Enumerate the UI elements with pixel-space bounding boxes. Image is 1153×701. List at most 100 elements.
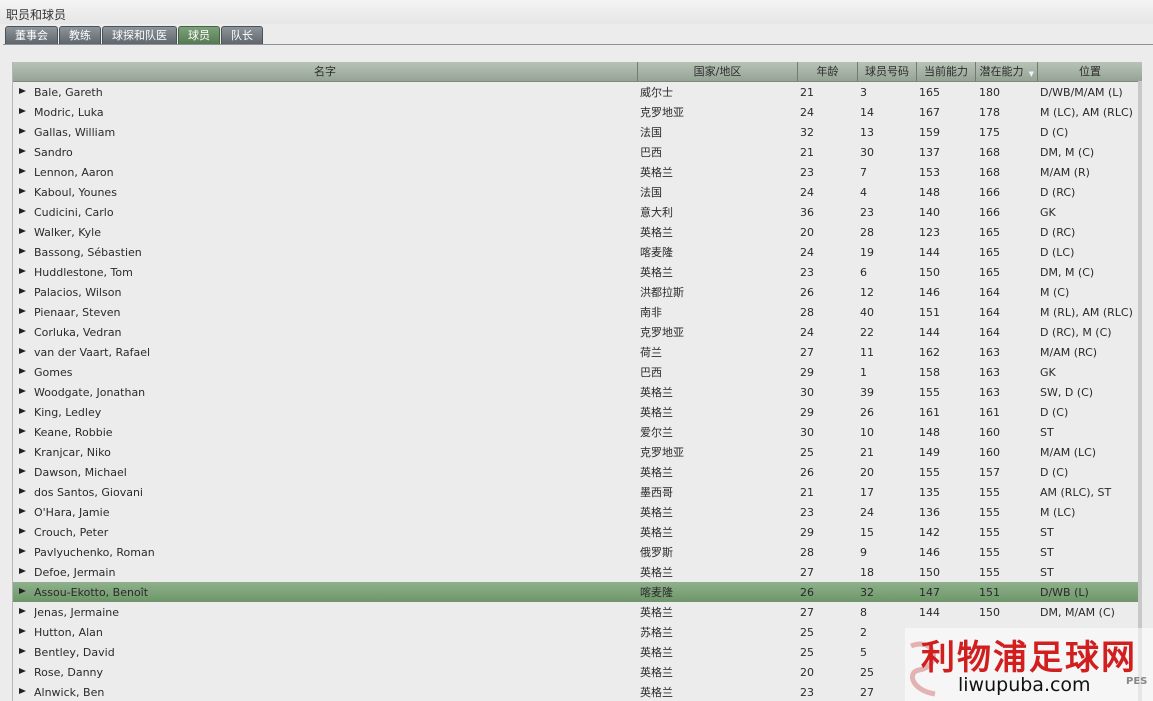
- table-row[interactable]: Kaboul, Younes 法国 24 4 148 166 D (RC): [13, 182, 1138, 202]
- column-header-nation[interactable]: 国家/地区: [638, 62, 798, 81]
- table-row[interactable]: Pavlyuchenko, Roman 俄罗斯 28 9 146 155 ST: [13, 542, 1138, 562]
- row-pointer-icon: [19, 628, 26, 634]
- player-age: 23: [800, 166, 814, 179]
- player-nation: 喀麦隆: [640, 246, 673, 259]
- table-row[interactable]: Modric, Luka 克罗地亚 24 14 167 178 M (LC), AM (RL…: [13, 102, 1138, 122]
- player-potential-ability: 168: [979, 166, 1000, 179]
- player-number: 17: [860, 486, 874, 499]
- table-row[interactable]: O'Hara, Jamie 英格兰 23 24 136 155 M (LC): [13, 502, 1138, 522]
- player-potential-ability: 155: [979, 506, 1000, 519]
- row-pointer-icon: [19, 608, 26, 614]
- table-row[interactable]: Jenas, Jermaine 英格兰 27 8 144 150 DM, M/AM (C): [13, 602, 1138, 622]
- tab-scouts-physios[interactable]: 球探和队医: [102, 26, 177, 44]
- table-row[interactable]: Kranjcar, Niko 克罗地亚 25 21 149 160 M/AM (LC): [13, 442, 1138, 462]
- player-number: 24: [860, 506, 874, 519]
- table-row[interactable]: Walker, Kyle 英格兰 20 28 123 165 D (RC): [13, 222, 1138, 242]
- player-age: 21: [800, 86, 814, 99]
- player-nation: 克罗地亚: [640, 446, 684, 459]
- player-current-ability: 159: [919, 126, 940, 139]
- row-pointer-icon: [19, 108, 26, 114]
- player-age: 28: [800, 306, 814, 319]
- table-header: 名字 国家/地区 年龄 球员号码 当前能力 潜在能力 ▼ 位置: [13, 62, 1142, 82]
- player-name: van der Vaart, Rafael: [34, 346, 151, 359]
- table-row[interactable]: Cudicini, Carlo 意大利 36 23 140 166 GK: [13, 202, 1138, 222]
- table-row[interactable]: Woodgate, Jonathan 英格兰 30 39 155 163 SW, D (C): [13, 382, 1138, 402]
- player-position: M/AM (LC): [1040, 446, 1097, 459]
- player-name: O'Hara, Jamie: [34, 506, 110, 519]
- player-position: D (RC): [1040, 226, 1076, 239]
- player-age: 21: [800, 146, 814, 159]
- player-current-ability: 147: [919, 586, 940, 599]
- column-header-position[interactable]: 位置: [1038, 62, 1142, 81]
- table-row[interactable]: Huddlestone, Tom 英格兰 23 6 150 165 DM, M (C): [13, 262, 1138, 282]
- tab-coaches[interactable]: 教练: [59, 26, 101, 44]
- player-position: DM, M/AM (C): [1040, 606, 1115, 619]
- column-header-current-ability[interactable]: 当前能力: [917, 62, 976, 81]
- player-number: 14: [860, 106, 874, 119]
- player-name: Kaboul, Younes: [34, 186, 117, 199]
- tab-players[interactable]: 球员: [178, 26, 220, 44]
- player-age: 23: [800, 506, 814, 519]
- player-number: 23: [860, 206, 874, 219]
- row-pointer-icon: [19, 128, 26, 134]
- player-name: Pienaar, Steven: [34, 306, 121, 319]
- table-row[interactable]: Gomes 巴西 29 1 158 163 GK: [13, 362, 1138, 382]
- player-position: AM (RLC), ST: [1040, 486, 1112, 499]
- player-nation: 南非: [640, 306, 662, 319]
- column-header-age[interactable]: 年龄: [798, 62, 858, 81]
- table-row[interactable]: Defoe, Jermain 英格兰 27 18 150 155 ST: [13, 562, 1138, 582]
- player-potential-ability: 180: [979, 86, 1000, 99]
- column-header-name[interactable]: 名字: [13, 62, 638, 81]
- row-pointer-icon: [19, 388, 26, 394]
- tab-captains[interactable]: 队长: [221, 26, 263, 44]
- player-age: 24: [800, 246, 814, 259]
- table-row[interactable]: Dawson, Michael 英格兰 26 20 155 157 D (C): [13, 462, 1138, 482]
- table-row[interactable]: Sandro 巴西 21 30 137 168 DM, M (C): [13, 142, 1138, 162]
- table-row[interactable]: Lennon, Aaron 英格兰 23 7 153 168 M/AM (R): [13, 162, 1138, 182]
- table-row[interactable]: van der Vaart, Rafael 荷兰 27 11 162 163 M/AM (R…: [13, 342, 1138, 362]
- tab-board[interactable]: 董事会: [5, 26, 58, 44]
- table-row[interactable]: dos Santos, Giovani 墨西哥 21 17 135 155 AM (RLC)…: [13, 482, 1138, 502]
- player-age: 20: [800, 226, 814, 239]
- player-number: 21: [860, 446, 874, 459]
- table-row[interactable]: Keane, Robbie 爱尔兰 30 10 148 160 ST: [13, 422, 1138, 442]
- row-pointer-icon: [19, 568, 26, 574]
- player-current-ability: 148: [919, 186, 940, 199]
- player-potential-ability: 164: [979, 286, 1000, 299]
- player-age: 26: [800, 286, 814, 299]
- player-potential-ability: 163: [979, 346, 1000, 359]
- player-nation: 英格兰: [640, 226, 673, 239]
- row-pointer-icon: [19, 488, 26, 494]
- player-age: 25: [800, 446, 814, 459]
- player-current-ability: 150: [919, 566, 940, 579]
- player-position: M (C): [1040, 286, 1070, 299]
- table-row[interactable]: Crouch, Peter 英格兰 29 15 142 155 ST: [13, 522, 1138, 542]
- row-pointer-icon: [19, 428, 26, 434]
- table-row[interactable]: Pienaar, Steven 南非 28 40 151 164 M (RL), AM (R…: [13, 302, 1138, 322]
- player-potential-ability: 166: [979, 206, 1000, 219]
- player-position: D (C): [1040, 126, 1069, 139]
- player-position: DM, M (C): [1040, 266, 1095, 279]
- player-current-ability: 158: [919, 366, 940, 379]
- player-nation: 墨西哥: [640, 486, 673, 499]
- table-row[interactable]: Corluka, Vedran 克罗地亚 24 22 144 164 D (RC), M (…: [13, 322, 1138, 342]
- table-row[interactable]: King, Ledley 英格兰 29 26 161 161 D (C): [13, 402, 1138, 422]
- player-position: ST: [1040, 546, 1054, 559]
- player-current-ability: 149: [919, 446, 940, 459]
- player-number: 32: [860, 586, 874, 599]
- column-header-squad-number[interactable]: 球员号码: [858, 62, 917, 81]
- vertical-scrollbar[interactable]: [1138, 81, 1142, 701]
- table-row[interactable]: Assou-Ekotto, Benoît 喀麦隆 26 32 147 151 D/WB (L…: [13, 582, 1138, 602]
- column-header-potential-ability[interactable]: 潜在能力 ▼: [976, 62, 1038, 81]
- player-number: 26: [860, 406, 874, 419]
- table-row[interactable]: Bale, Gareth 威尔士 21 3 165 180 D/WB/M/AM (L): [13, 82, 1138, 102]
- row-pointer-icon: [19, 468, 26, 474]
- player-age: 24: [800, 106, 814, 119]
- player-position: M/AM (R): [1040, 166, 1090, 179]
- table-row[interactable]: Palacios, Wilson 洪都拉斯 26 12 146 164 M (C): [13, 282, 1138, 302]
- table-row[interactable]: Gallas, William 法国 32 13 159 175 D (C): [13, 122, 1138, 142]
- row-pointer-icon: [19, 268, 26, 274]
- player-position: ST: [1040, 566, 1054, 579]
- player-potential-ability: 157: [979, 466, 1000, 479]
- table-row[interactable]: Bassong, Sébastien 喀麦隆 24 19 144 165 D (LC): [13, 242, 1138, 262]
